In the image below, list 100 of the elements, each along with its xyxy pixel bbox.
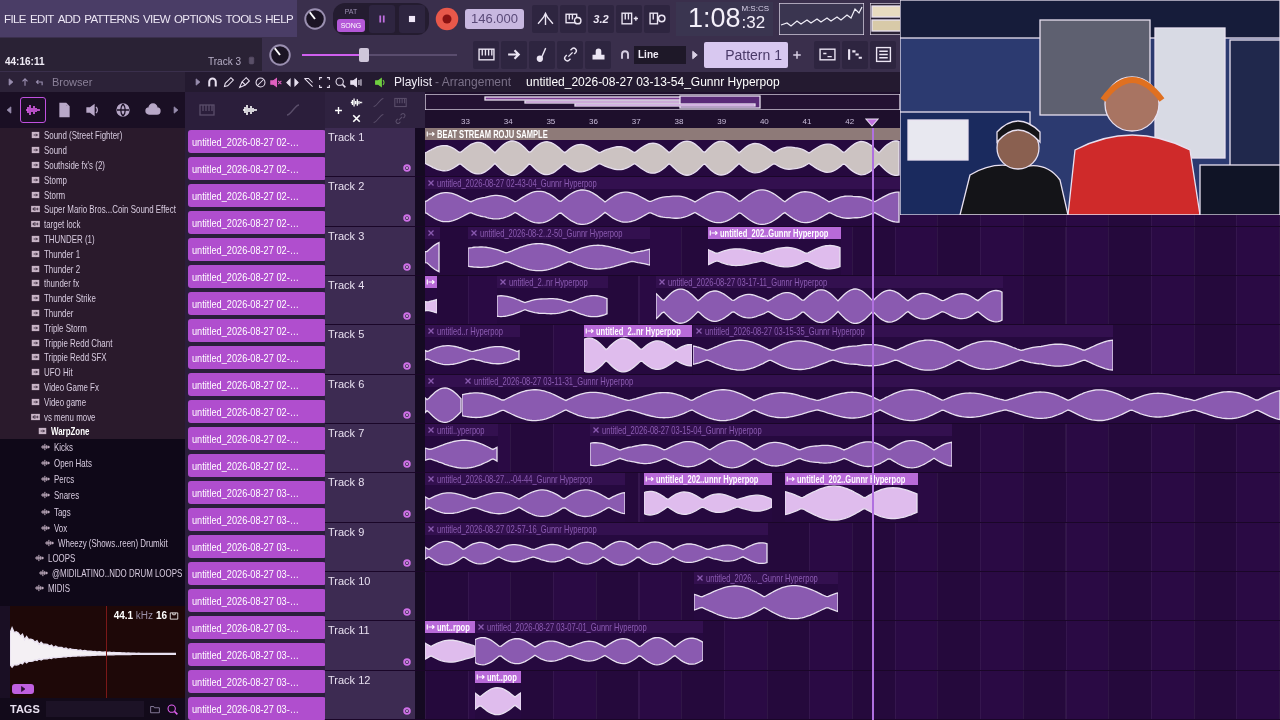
track-target-icon[interactable] [402, 163, 412, 174]
clip-source[interactable]: untitled_2026-08-27 02-… [188, 427, 325, 450]
waveform-icon[interactable] [242, 102, 258, 118]
track-header[interactable]: Track 2 [325, 177, 415, 226]
zoom-icon[interactable] [334, 75, 347, 89]
arrow-right-icon[interactable] [689, 48, 701, 61]
folder-icon[interactable] [150, 704, 160, 714]
knife-icon[interactable] [302, 75, 315, 89]
magnet-icon[interactable] [206, 75, 219, 89]
track-target-icon[interactable] [402, 311, 412, 322]
select-icon[interactable] [318, 75, 331, 89]
toolbar-button[interactable] [473, 40, 499, 69]
clip-source[interactable]: untitled_2026-08-27 02-… [188, 130, 325, 153]
waveform-icon[interactable] [350, 95, 363, 109]
track-target-icon[interactable] [402, 262, 412, 272]
clip-source[interactable]: untitled_2026-08-27 02-… [188, 373, 325, 396]
menu-item[interactable]: EDIT [29, 12, 54, 25]
clip-source[interactable]: untitled_2026-08-27 02-… [188, 346, 325, 369]
pencil-icon[interactable] [222, 75, 235, 89]
clip-source[interactable]: untitled_2026-08-27 02-… [188, 238, 325, 261]
track-header[interactable]: Track 4 [325, 276, 415, 325]
clip-source[interactable]: untitled_2026-08-27 03-… [188, 481, 325, 504]
menu-item[interactable]: OPTIONS [174, 12, 222, 25]
mute-icon[interactable] [270, 75, 283, 89]
track-target-icon[interactable] [402, 557, 412, 568]
plus-icon[interactable] [333, 104, 344, 116]
track-target-icon[interactable] [402, 705, 412, 716]
clip-source[interactable]: untitled_2026-08-27 02-… [188, 157, 325, 180]
audio-clip[interactable] [425, 226, 440, 275]
pattern-selector[interactable]: Pattern 1 [704, 41, 788, 68]
up-arrow-icon[interactable] [20, 77, 30, 87]
menu-item[interactable]: PATTERNS [84, 12, 139, 25]
record-button[interactable] [435, 6, 459, 31]
browser-item[interactable]: Stomp [0, 172, 185, 188]
clip-source[interactable]: untitled_2026-08-27 03-… [188, 670, 325, 693]
audio-clip[interactable]: BEAT STREAM ROJU SAMPLE [425, 128, 900, 177]
clip-source[interactable]: untitled_2026-08-27 03-… [188, 562, 325, 585]
menu-item[interactable]: VIEW [143, 12, 170, 25]
brush-icon[interactable] [238, 75, 251, 89]
stop-button[interactable] [399, 4, 425, 33]
toolbar-button[interactable] [532, 4, 558, 33]
browser-item[interactable]: Triple Storm [0, 320, 185, 336]
speaker-icon[interactable] [374, 75, 387, 89]
clip-source[interactable]: untitled_2026-08-27 03-… [188, 508, 325, 531]
toolbar-button[interactable]: 3.2 [588, 4, 614, 33]
track-target-icon[interactable] [402, 409, 412, 420]
browser-item[interactable]: Trippie Redd Chant [0, 335, 185, 350]
clip-source[interactable]: untitled_2026-08-27 02-… [188, 319, 325, 342]
plus-icon[interactable] [791, 48, 803, 61]
browser-item[interactable]: vs menu move [0, 409, 185, 424]
toolbar-button[interactable] [842, 40, 868, 69]
slip-icon[interactable] [286, 75, 299, 89]
toolbar-button[interactable] [644, 4, 670, 33]
audio-clip[interactable] [425, 374, 462, 423]
arrow-left-icon[interactable] [4, 105, 14, 115]
knob-icon[interactable] [303, 6, 327, 31]
toolbar-button[interactable] [870, 40, 896, 69]
toolbar-button[interactable] [585, 40, 611, 69]
toolbar-button[interactable] [501, 40, 527, 69]
track-header[interactable]: Track 8 [325, 473, 415, 522]
clip-source[interactable]: untitled_2026-08-27 03-… [188, 589, 325, 612]
menu-item[interactable]: HELP [265, 12, 293, 25]
browser-item[interactable]: Video game [0, 394, 185, 410]
track-header[interactable]: Track 11 [325, 621, 415, 670]
clip-source[interactable]: untitled_2026-08-27 02-… [188, 454, 325, 477]
track-target-icon[interactable] [402, 212, 412, 223]
toolbar-button[interactable] [557, 40, 583, 69]
track-header[interactable]: Track 1 [325, 128, 415, 177]
clip-source[interactable]: untitled_2026-08-27 02-… [188, 292, 325, 315]
track-target-icon[interactable] [402, 607, 412, 618]
clip-source[interactable]: untitled_2026-08-27 03-… [188, 643, 325, 666]
toolbar-button[interactable] [616, 4, 642, 33]
search-icon[interactable] [166, 702, 179, 716]
clip-source[interactable]: untitled_2026-08-27 02-… [188, 400, 325, 423]
clip-source[interactable]: untitled_2026-08-27 03-… [188, 697, 325, 720]
play-button[interactable] [12, 684, 34, 694]
clip-source[interactable]: untitled_2026-08-27 02-… [188, 265, 325, 288]
track-header[interactable]: Track 5 [325, 325, 415, 374]
browser-item[interactable]: Sound (Street Fighter) [0, 128, 185, 143]
clip-source[interactable]: untitled_2026-08-27 02-… [188, 211, 325, 234]
browser-item[interactable]: Thunder 1 [0, 246, 185, 262]
speaker-icon[interactable] [350, 75, 363, 89]
clip-source[interactable]: untitled_2026-08-27 03-… [188, 535, 325, 558]
menu-item[interactable]: FILE [4, 12, 26, 25]
track-header[interactable]: Track 7 [325, 423, 415, 473]
browser-item[interactable]: Thunder 2 [0, 261, 185, 276]
track-target-icon[interactable] [402, 360, 412, 371]
browser-item[interactable]: Storm [0, 187, 185, 202]
track-header[interactable]: Track 10 [325, 571, 415, 621]
arrow-right-icon[interactable] [6, 77, 16, 87]
toolbar-button[interactable] [560, 4, 586, 33]
clip-source[interactable]: untitled_2026-08-27 03-… [188, 616, 325, 639]
menu-item[interactable]: ADD [57, 12, 81, 25]
track-header[interactable]: Track 9 [325, 522, 415, 571]
track-target-icon[interactable] [402, 508, 412, 519]
toolbar-button[interactable] [814, 40, 840, 69]
back-arrow-icon[interactable] [34, 77, 44, 87]
tempo-field[interactable]: 146.000 [465, 8, 524, 29]
clip-source[interactable]: untitled_2026-08-27 02-… [188, 184, 325, 207]
track-header[interactable]: Track 6 [325, 374, 415, 423]
